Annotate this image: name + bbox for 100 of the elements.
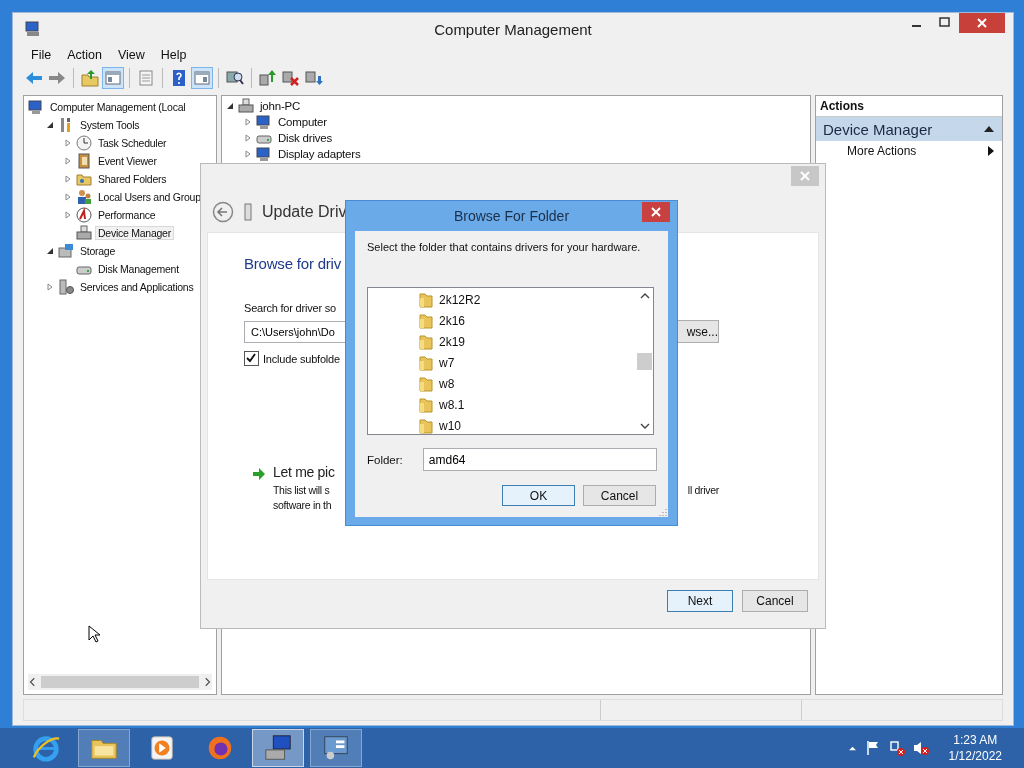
taskbar-button[interactable] <box>310 729 362 767</box>
folder-icon <box>419 417 433 434</box>
horizontal-scrollbar[interactable] <box>28 674 212 690</box>
computer-icon <box>25 21 41 37</box>
submenu-arrow-icon <box>988 146 994 156</box>
clock-time: 1:23 AM <box>953 732 998 748</box>
tree-item[interactable]: Computer Management (Local <box>47 100 189 114</box>
folder-item[interactable]: 2k19 <box>439 334 466 349</box>
folder-item[interactable]: w8 <box>439 376 455 391</box>
description-text: ll driver <box>687 483 719 498</box>
checkbox-label: Include subfolde <box>263 352 340 365</box>
speaker-muted-icon[interactable] <box>912 740 929 756</box>
action-pane-icon[interactable] <box>191 67 213 89</box>
taskbar-button[interactable] <box>78 729 130 767</box>
folder-item[interactable]: w7 <box>439 355 455 370</box>
collapsed-arrow-icon[interactable] <box>244 134 252 142</box>
cancel-button[interactable]: Cancel <box>742 590 808 612</box>
dialog-heading: Browse for driv <box>244 255 343 272</box>
back-icon[interactable] <box>212 201 234 223</box>
browser-icon <box>31 733 61 763</box>
tree-item[interactable]: Shared Folders <box>95 172 170 186</box>
folder-item[interactable]: w10 <box>439 418 461 433</box>
folder-up-icon[interactable] <box>79 67 101 89</box>
tree-item[interactable]: Task Scheduler <box>95 136 170 150</box>
computer-icon <box>263 733 293 763</box>
description-text: software in th <box>273 498 332 513</box>
tree-item[interactable]: System Tools <box>77 118 143 132</box>
window-title: Computer Management <box>433 20 593 38</box>
field-label: Search for driver so <box>244 302 337 314</box>
instruction-text: Select the folder that contains drivers for your hardware. <box>367 241 642 253</box>
collapsed-arrow-icon[interactable] <box>244 150 252 158</box>
action-item[interactable]: More Actions <box>847 144 988 158</box>
tree-item[interactable]: john-PC <box>257 99 304 113</box>
folder-item[interactable]: 2k16 <box>439 313 466 328</box>
description-text: This list will s <box>273 483 330 498</box>
tree-item[interactable]: Display adapters <box>275 147 364 161</box>
resize-grip-icon[interactable] <box>659 508 667 516</box>
scroll-up-icon[interactable] <box>639 292 650 300</box>
field-label: Folder: <box>367 453 403 466</box>
show-hidden-icon[interactable] <box>847 744 857 752</box>
services-icon <box>58 279 74 295</box>
tree-item[interactable]: Local Users and Group <box>95 190 204 204</box>
tree-item[interactable]: Disk Management <box>95 262 182 276</box>
computer-icon <box>256 146 272 162</box>
cursor-icon <box>88 625 100 643</box>
clock[interactable]: 1:23 AM 1/12/2022 <box>948 732 1002 764</box>
tree-item[interactable]: Storage <box>77 244 119 258</box>
collapsed-arrow-icon[interactable] <box>64 211 72 219</box>
clock-icon <box>76 135 92 151</box>
device-icon <box>244 203 252 221</box>
tree-item[interactable]: Services and Applications <box>77 280 197 294</box>
scroll-right-icon[interactable] <box>202 677 212 687</box>
storage-icon <box>58 243 74 259</box>
folder-field[interactable]: amd64 <box>422 448 657 471</box>
collapsed-arrow-icon[interactable] <box>46 283 54 291</box>
collapsed-arrow-icon[interactable] <box>64 139 72 147</box>
tree-item[interactable]: Disk drives <box>275 131 336 145</box>
tree-item[interactable]: Device Manager <box>95 226 174 240</box>
expanded-arrow-icon[interactable] <box>46 121 54 129</box>
book-icon <box>76 153 92 169</box>
collapsed-arrow-icon[interactable] <box>64 157 72 165</box>
folder-icon <box>419 396 433 413</box>
folder-icon <box>419 333 433 350</box>
close-icon[interactable] <box>959 13 1005 33</box>
scroll-down-icon[interactable] <box>639 422 650 430</box>
folder-icon <box>419 291 433 308</box>
printer-icon <box>238 98 254 114</box>
folder-item[interactable]: w8.1 <box>439 397 465 412</box>
scroll-thumb[interactable] <box>637 353 652 370</box>
cancel-button[interactable]: Cancel <box>583 485 656 506</box>
tree-item[interactable]: Performance <box>95 208 159 222</box>
folder-icon <box>419 312 433 329</box>
expanded-arrow-icon[interactable] <box>226 102 234 110</box>
printer-icon <box>76 225 92 241</box>
computer-icon <box>256 114 272 130</box>
tree-item[interactable]: Computer <box>275 115 330 129</box>
shared-folder-icon <box>76 171 92 187</box>
network-error-icon[interactable] <box>888 740 905 756</box>
expanded-arrow-icon[interactable] <box>46 247 54 255</box>
folder-icon <box>419 354 433 371</box>
tree-pane-icon[interactable] <box>102 67 124 89</box>
checkbox[interactable] <box>244 351 259 366</box>
collapse-arrow-icon[interactable] <box>984 125 994 133</box>
scroll-left-icon[interactable] <box>28 677 38 687</box>
collapsed-arrow-icon[interactable] <box>64 193 72 201</box>
ok-button[interactable]: OK <box>502 485 575 506</box>
menu-item[interactable]: Help <box>152 46 195 64</box>
flag-icon[interactable] <box>864 740 881 756</box>
menu-item[interactable]: View <box>109 46 153 64</box>
taskbar-button[interactable] <box>252 729 304 767</box>
tree-item[interactable]: Event Viewer <box>95 154 160 168</box>
folder-item[interactable]: 2k12R2 <box>439 292 481 307</box>
close-icon[interactable] <box>642 202 670 222</box>
menu-item[interactable]: File <box>23 46 60 64</box>
collapsed-arrow-icon[interactable] <box>244 118 252 126</box>
users-icon <box>76 189 92 205</box>
dialog-title: Update Driv <box>262 203 347 221</box>
collapsed-arrow-icon[interactable] <box>64 175 72 183</box>
next-button[interactable]: Next <box>667 590 733 612</box>
menu-item[interactable]: Action <box>59 46 110 64</box>
